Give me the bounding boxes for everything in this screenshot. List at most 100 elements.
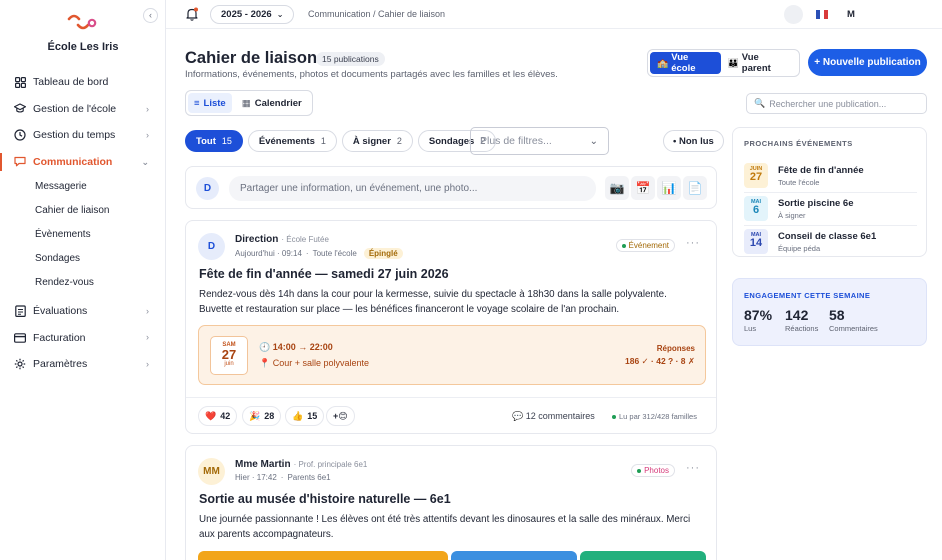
sidebar-nav: Tableau de bord Gestion de l'école › Ges… — [0, 69, 165, 377]
sidebar-item-dashboard[interactable]: Tableau de bord — [0, 69, 165, 96]
gear-icon — [14, 358, 26, 370]
post-time: Hier · 17:42 — [235, 473, 277, 482]
author-avatar: D — [198, 233, 225, 260]
post-body: Une journée passionnante ! Les élèves on… — [199, 514, 691, 540]
list-view-button[interactable]: ≡ Liste — [188, 93, 232, 113]
reaction-party[interactable]: 🎉 28 — [242, 406, 282, 426]
sidebar-item-school-management[interactable]: Gestion de l'école › — [0, 96, 165, 123]
event-location: 📍 Cour + salle polyvalente — [259, 358, 370, 368]
page-title: Cahier de liaison — [185, 49, 318, 67]
collapse-sidebar-button[interactable]: ‹ — [143, 8, 158, 23]
reaction-count: 42 — [220, 411, 231, 421]
add-reaction-button[interactable]: +😊 — [326, 406, 355, 426]
event-name: Sortie piscine 6e — [778, 198, 854, 209]
search-icon: 🔍 — [754, 98, 766, 108]
event-name: Fête de fin d'année — [778, 165, 864, 176]
filter-chip-to-sign[interactable]: À signer 2 — [341, 130, 413, 152]
event-sub: Équipe péda — [778, 244, 821, 253]
more-options-icon[interactable]: ··· — [686, 462, 700, 474]
filter-chip-events[interactable]: Événements 1 — [247, 130, 337, 152]
divider — [744, 192, 917, 193]
sidebar-subitem-messaging[interactable]: Messagerie — [0, 175, 165, 199]
unread-filter-chip[interactable]: • Non lus — [663, 130, 724, 152]
calendar-view-label: Calendrier — [254, 97, 302, 109]
upcoming-event-item[interactable]: MAI 6 Sortie piscine 6e À signer — [744, 195, 917, 225]
post-type-badge: Événement — [615, 239, 675, 252]
reaction-count: 15 — [307, 411, 318, 421]
parent-view-button[interactable]: 👪 Vue parent — [721, 52, 797, 74]
list-icon: ≡ — [194, 97, 200, 109]
school-view-label: Vue école — [671, 52, 696, 74]
sidebar-item-label: Gestion du temps — [33, 129, 116, 142]
chip-count: 15 — [221, 136, 232, 146]
separator: · — [280, 473, 284, 482]
school-year-select[interactable]: 2025 - 2026 ⌄ — [210, 5, 295, 24]
event-date-badge: MAI 6 — [744, 196, 768, 221]
filter-chip-all[interactable]: Tout 15 — [185, 130, 243, 152]
post-author: Direction · École Futée — [235, 234, 329, 245]
more-filters-placeholder: Plus de filtres... — [480, 135, 552, 147]
upcoming-event-item[interactable]: MAI 14 Conseil de classe 6e1 Équipe péda — [744, 228, 917, 258]
comments-link[interactable]: 💬 12 commentaires — [512, 411, 595, 422]
author-name: Mme Martin — [235, 459, 291, 470]
sidebar-item-evaluations[interactable]: Évaluations › — [0, 298, 165, 325]
sidebar-item-label: Communication — [33, 155, 113, 168]
search-input[interactable]: 🔍 Rechercher une publication... — [746, 93, 927, 114]
sidebar-item-time-management[interactable]: Gestion du temps › — [0, 122, 165, 149]
photo-icon[interactable]: 📷 — [605, 176, 629, 200]
post-title: Sortie au musée d'histoire naturelle — 6… — [199, 492, 451, 506]
calendar-view-button[interactable]: ▦ Calendrier — [236, 93, 308, 113]
calendar-icon[interactable]: 📅 — [631, 176, 655, 200]
sidebar-subitem-appointments[interactable]: Rendez-vous — [0, 270, 165, 294]
heart-icon: ❤️ — [205, 410, 217, 421]
document-icon[interactable]: 📄 — [683, 176, 707, 200]
post-card: MM Mme Martin · Prof. principale 6e1 Hier… — [185, 445, 717, 560]
graduation-cap-icon — [14, 103, 26, 115]
sidebar-item-billing[interactable]: Facturation › — [0, 324, 165, 351]
event-name: Conseil de classe 6e1 — [778, 231, 877, 242]
new-publication-button[interactable]: + Nouvelle publication — [808, 49, 927, 76]
user-avatar[interactable]: M — [847, 9, 855, 20]
french-flag-icon[interactable] — [816, 10, 828, 19]
chip-count: 2 — [396, 136, 402, 146]
sidebar-subitem-liaison[interactable]: Cahier de liaison — [0, 199, 165, 223]
upcoming-event-item[interactable]: JUIN 27 Fête de fin d'année Toute l'écol… — [744, 162, 917, 192]
sidebar-item-settings[interactable]: Paramètres › — [0, 351, 165, 378]
search-placeholder: Rechercher une publication... — [769, 98, 887, 109]
event-date-badge: JUIN 27 — [744, 163, 768, 188]
sidebar-item-label: Évaluations — [33, 305, 88, 318]
photo-thumbnail[interactable] — [580, 551, 706, 560]
chip-count: 1 — [320, 136, 326, 146]
event-time: 🕘 14:00 → 22:00 — [259, 342, 333, 352]
chevron-down-icon: ⌄ — [589, 136, 598, 147]
poll-icon[interactable]: 📊 — [657, 176, 681, 200]
responses-label: Réponses — [656, 344, 695, 353]
chevron-right-icon: › — [146, 103, 149, 114]
theme-toggle-button[interactable] — [784, 5, 803, 24]
reaction-heart[interactable]: ❤️ 42 — [198, 406, 238, 426]
sidebar-item-communication[interactable]: Communication ⌄ — [0, 149, 165, 176]
photo-thumbnail[interactable] — [198, 551, 448, 560]
post-type-badge: Photos — [631, 464, 675, 477]
filter-chips: Tout 15 Événements 1 À signer 2 Sondages… — [185, 130, 497, 152]
bell-icon[interactable] — [184, 6, 200, 22]
sidebar-subitem-polls[interactable]: Sondages — [0, 246, 165, 270]
read-by-label: Lu par 312/428 familles — [619, 412, 697, 421]
responses-summary[interactable]: 186 ✓ · 42 ? · 8 ✗ — [625, 356, 695, 367]
status-dot — [637, 468, 642, 473]
parent-view-label: Vue parent — [741, 52, 771, 74]
separator: · — [305, 249, 309, 258]
author-role: · École Futée — [281, 235, 329, 244]
event-date-card: SAM 27 juin — [210, 336, 248, 375]
stat-read: 87% Lus — [744, 307, 772, 333]
more-options-icon[interactable]: ··· — [686, 237, 700, 249]
composer-input[interactable]: Partager une information, un événement, … — [229, 176, 596, 201]
more-filters-select[interactable]: Plus de filtres... ⌄ — [470, 127, 609, 155]
school-view-button[interactable]: 🏫 Vue école — [650, 52, 721, 74]
reaction-thumbs-up[interactable]: 👍 15 — [285, 406, 325, 426]
event-day: 27 — [749, 171, 763, 183]
sidebar-subitem-events[interactable]: Évènements — [0, 223, 165, 247]
list-view-label: Liste — [203, 97, 226, 109]
photo-thumbnail[interactable] — [451, 551, 577, 560]
post-body: Rendez-vous dès 14h dans la cour pour la… — [199, 289, 667, 315]
